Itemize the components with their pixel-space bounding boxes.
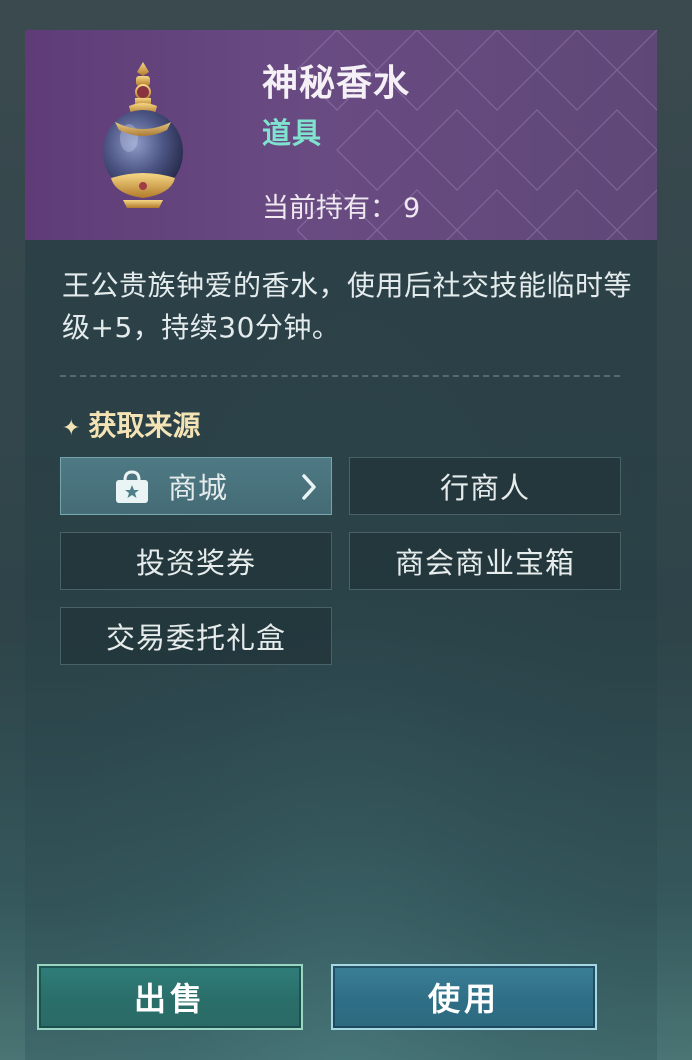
source-button-shop[interactable]: 商城 [60, 457, 332, 515]
item-detail-panel: 神秘香水 道具 当前持有： 9 王公贵族钟爱的香水，使用后社交技能临时等级+5，持… [25, 30, 657, 1060]
owned-count-row: 当前持有： 9 [262, 186, 420, 225]
source-label: 商城 [167, 471, 228, 505]
item-description: 王公贵族钟爱的香水，使用后社交技能临时等级+5，持续30分钟。 [62, 269, 633, 344]
item-type: 道具 [262, 116, 323, 150]
source-label: 行商人 [439, 471, 530, 505]
source-label: 商会商业宝箱 [394, 546, 575, 580]
item-name: 神秘香水 [262, 63, 411, 104]
source-label: 投资奖券 [135, 546, 256, 580]
owned-count: 9 [403, 193, 421, 224]
source-section-title: ✦ 获取来源 [62, 404, 200, 444]
item-header: 神秘香水 道具 当前持有： 9 [25, 30, 657, 240]
perfume-bottle-icon [103, 62, 183, 208]
source-label: 交易委托礼盒 [105, 621, 286, 655]
shop-bag-icon [116, 470, 148, 503]
use-button[interactable]: 使用 [331, 964, 597, 1030]
sell-button[interactable]: 出售 [37, 964, 303, 1030]
owned-label: 当前持有： [262, 193, 397, 224]
divider [60, 375, 620, 377]
source-title-label: 获取来源 [88, 409, 201, 442]
source-button-trade-gift-box[interactable]: 交易委托礼盒 [60, 607, 332, 665]
source-button-investment-voucher[interactable]: 投资奖券 [60, 532, 332, 590]
sparkle-icon: ✦ [62, 416, 81, 441]
source-button-guild-chest[interactable]: 商会商业宝箱 [349, 532, 621, 590]
source-button-merchant[interactable]: 行商人 [349, 457, 621, 515]
chevron-right-icon [302, 474, 316, 500]
